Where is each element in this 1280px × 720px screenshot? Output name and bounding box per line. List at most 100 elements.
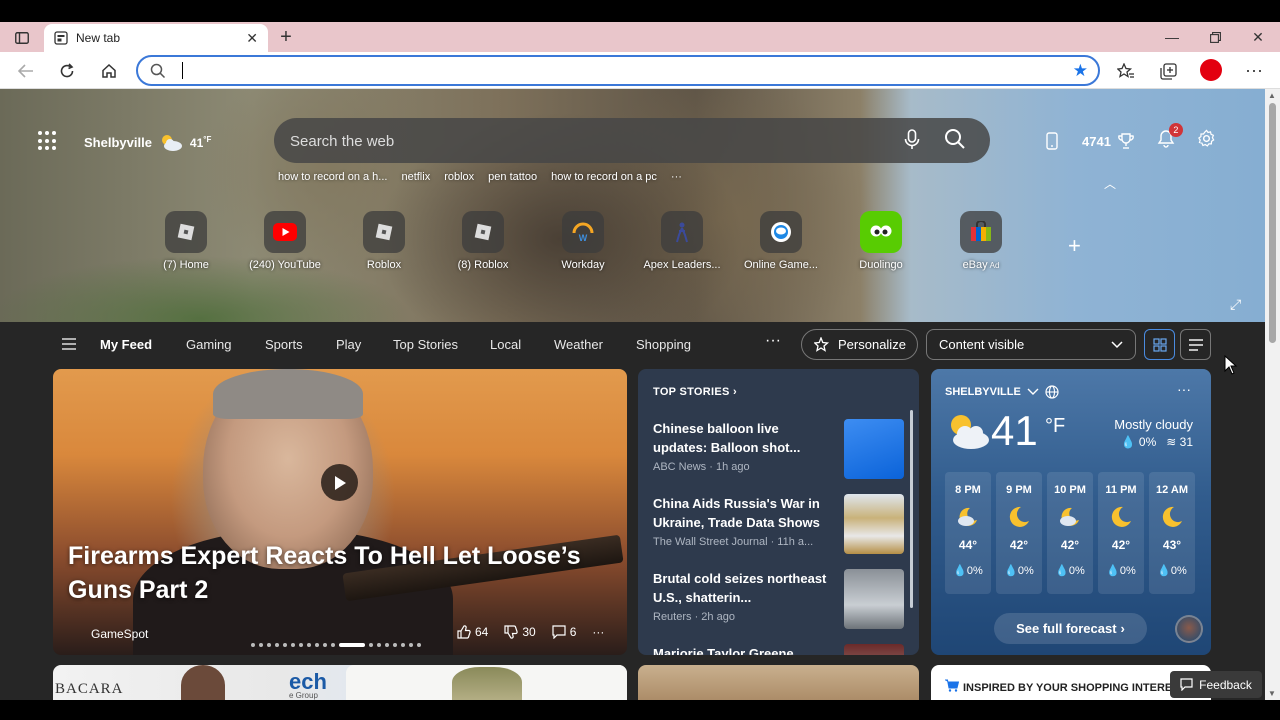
tab-actions-icon[interactable] (8, 27, 36, 49)
rewards-trophy-icon[interactable] (1117, 132, 1135, 150)
personalize-button[interactable]: Personalize (801, 329, 918, 360)
expand-icon[interactable]: ⤢ (1230, 296, 1241, 313)
address-input[interactable] (180, 61, 1040, 81)
trending-item[interactable]: how to record on a pc (551, 171, 657, 183)
tab-close-icon[interactable]: ✕ (246, 30, 258, 47)
home-button[interactable] (95, 57, 123, 85)
story-item[interactable]: Brutal cold seizes northeast U.S., shatt… (653, 569, 908, 629)
carousel-dot[interactable] (417, 643, 421, 647)
scroll-down-arrow[interactable]: ▼ (1268, 689, 1276, 698)
tab-top-stories[interactable]: Top Stories (393, 337, 458, 352)
shopping-card[interactable]: INSPIRED BY YOUR SHOPPING INTERESTS (931, 665, 1211, 700)
carousel-dot[interactable] (409, 643, 413, 647)
trending-item[interactable]: roblox (444, 171, 474, 183)
favorites-icon[interactable] (1112, 57, 1140, 85)
settings-more-icon[interactable]: ⋯ (1240, 57, 1268, 85)
content-visibility-dropdown[interactable]: Content visible (926, 329, 1136, 360)
hour-slot[interactable]: 10 PM 42° 💧0% (1047, 472, 1093, 594)
carousel-dot[interactable] (393, 643, 397, 647)
hour-slot[interactable]: 11 PM 42° 💧0% (1098, 472, 1144, 594)
tab-local[interactable]: Local (490, 337, 521, 352)
featured-video-card[interactable]: Firearms Expert Reacts To Hell Let Loose… (53, 369, 627, 655)
trending-item[interactable]: how to record on a h... (278, 171, 387, 183)
refresh-button[interactable] (53, 57, 81, 85)
carousel-dot[interactable] (315, 643, 319, 647)
comment-button[interactable]: 6 (552, 625, 576, 639)
tab-sports[interactable]: Sports (265, 337, 303, 352)
feedback-button[interactable]: Feedback (1170, 671, 1262, 698)
see-full-forecast-button[interactable]: See full forecast › (994, 613, 1147, 644)
microphone-icon[interactable] (904, 129, 920, 151)
card-more-button[interactable]: ··· (592, 625, 604, 639)
quick-link[interactable]: Duolingo (836, 211, 926, 271)
carousel-dot[interactable] (291, 643, 295, 647)
tab-weather[interactable]: Weather (554, 337, 603, 352)
carousel-dot[interactable] (267, 643, 271, 647)
carousel-dot[interactable] (251, 643, 255, 647)
carousel-dot[interactable] (259, 643, 263, 647)
carousel-dot[interactable] (307, 643, 311, 647)
story-item[interactable]: Chinese balloon live updates: Balloon sh… (653, 419, 908, 479)
phone-icon[interactable] (1046, 132, 1058, 150)
carousel-dot[interactable] (323, 643, 327, 647)
carousel-dot[interactable] (283, 643, 287, 647)
carousel-dot[interactable] (385, 643, 389, 647)
tab-gaming[interactable]: Gaming (186, 337, 232, 352)
grid-view-button[interactable] (1144, 329, 1175, 360)
carousel-dot[interactable] (401, 643, 405, 647)
quick-link[interactable]: (240) YouTube (240, 211, 330, 271)
carousel-dot-active[interactable] (339, 643, 365, 647)
list-view-button[interactable] (1180, 329, 1211, 360)
notifications-bell-icon[interactable]: 2 (1157, 123, 1183, 153)
page-scrollbar[interactable]: ▲ ▼ (1265, 89, 1280, 700)
profile-avatar[interactable] (1200, 59, 1222, 81)
new-tab-button[interactable]: + (274, 25, 298, 49)
quick-link[interactable]: (7) Home (141, 211, 231, 271)
scroll-up-arrow[interactable]: ▲ (1268, 91, 1276, 100)
carousel-dot[interactable] (331, 643, 335, 647)
stories-scrollbar[interactable] (910, 410, 913, 608)
trending-item[interactable]: pen tattoo (488, 171, 537, 183)
hour-slot[interactable]: 12 AM 43° 💧0% (1149, 472, 1195, 594)
weather-map-thumbnail[interactable] (1175, 615, 1203, 643)
add-quick-link-button[interactable]: + (1068, 233, 1081, 259)
favorite-star-icon[interactable]: ★ (1073, 61, 1088, 81)
quick-link[interactable]: W Workday (538, 211, 628, 271)
collapse-chevron-icon[interactable]: ︿ (1104, 175, 1116, 192)
hour-slot[interactable]: 8 PM 44° 💧0% (945, 472, 991, 594)
web-search-box[interactable] (274, 118, 990, 163)
back-button[interactable] (12, 57, 40, 85)
page-settings-gear-icon[interactable] (1197, 129, 1216, 153)
feed-card[interactable] (346, 665, 627, 700)
hour-slot[interactable]: 9 PM 42° 💧0% (996, 472, 1042, 594)
scrollbar-thumb[interactable] (1269, 103, 1276, 343)
tab-shopping[interactable]: Shopping (636, 337, 691, 352)
location-weather[interactable]: Shelbyville 41°F (84, 132, 211, 152)
close-window-button[interactable]: ✕ (1236, 22, 1280, 52)
quick-link[interactable]: Apex Leaders... (637, 211, 727, 271)
quick-link[interactable]: eBay Ad (936, 211, 1026, 271)
more-tabs-button[interactable]: ··· (765, 332, 781, 350)
carousel-dot[interactable] (369, 643, 373, 647)
search-submit-icon[interactable] (944, 128, 966, 150)
web-search-input[interactable] (290, 130, 870, 152)
trending-more[interactable]: ··· (671, 171, 682, 183)
weather-more-button[interactable]: ··· (1177, 381, 1191, 397)
carousel-dot[interactable] (275, 643, 279, 647)
minimize-button[interactable]: — (1150, 22, 1194, 52)
tab-new-tab[interactable]: New tab ✕ (44, 24, 268, 52)
featured-title[interactable]: Firearms Expert Reacts To Hell Let Loose… (68, 539, 588, 607)
carousel-dot[interactable] (299, 643, 303, 647)
feed-card[interactable] (638, 665, 919, 700)
story-item[interactable]: China Aids Russia's War in Ukraine, Trad… (653, 494, 908, 554)
tab-my-feed[interactable]: My Feed (100, 337, 152, 352)
collections-icon[interactable] (1154, 57, 1182, 85)
rewards-points[interactable]: 4741 (1082, 134, 1111, 149)
quick-link[interactable]: (8) Roblox (438, 211, 528, 271)
carousel-dot[interactable] (377, 643, 381, 647)
dislike-button[interactable]: 30 (504, 625, 536, 639)
play-button[interactable] (321, 464, 358, 501)
quick-link[interactable]: Online Game... (736, 211, 826, 271)
tab-play[interactable]: Play (336, 337, 361, 352)
trending-item[interactable]: netflix (401, 171, 430, 183)
